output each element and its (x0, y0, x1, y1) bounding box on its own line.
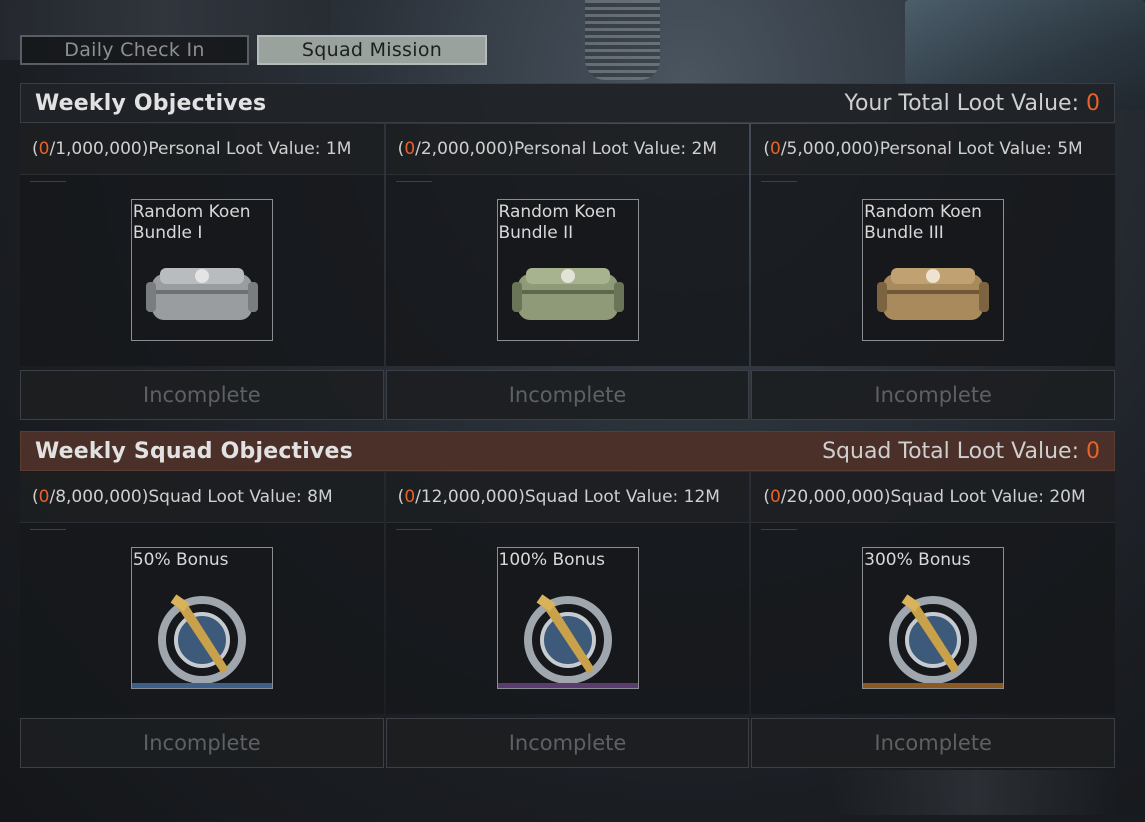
section-title: Weekly Objectives (35, 90, 267, 116)
objective-label: (0/1,000,000) Personal Loot Value: 1M (20, 124, 384, 174)
incomplete-status-button[interactable]: Incomplete (20, 370, 384, 420)
incomplete-status-button[interactable]: Incomplete (751, 718, 1116, 768)
incomplete-status-button[interactable]: Incomplete (20, 718, 384, 768)
weekly-squad-objectives-header: Weekly Squad Objectives Squad Total Loot… (20, 431, 1115, 471)
objective-card: (0/1,000,000) Personal Loot Value: 1M Ran… (20, 124, 384, 420)
objective-label: (0/12,000,000) Squad Loot Value: 12M (385, 472, 750, 522)
tab-daily-check-in[interactable]: Daily Check In (20, 35, 249, 65)
reward-area: 100% Bonus (385, 522, 750, 714)
objective-card: (0/20,000,000) Squad Loot Value: 20M 300%… (751, 472, 1116, 768)
reward-name: Random Koen Bundle II (498, 202, 617, 243)
objective-card: (0/2,000,000) Personal Loot Value: 2M Ran… (385, 124, 750, 420)
objective-label: (0/5,000,000) Personal Loot Value: 5M (751, 124, 1116, 174)
rarity-bar (863, 683, 1004, 688)
reward-item[interactable]: 50% Bonus (130, 547, 273, 689)
objective-label: (0/8,000,000) Squad Loot Value: 8M (20, 472, 384, 522)
section-title: Weekly Squad Objectives (35, 438, 353, 464)
reward-item[interactable]: 100% Bonus (496, 547, 639, 689)
tab-squad-mission[interactable]: Squad Mission (257, 35, 487, 65)
background-keyboard (830, 770, 1120, 815)
objective-label: (0/2,000,000) Personal Loot Value: 2M (385, 124, 750, 174)
reward-area: 50% Bonus (20, 522, 384, 714)
objective-label: (0/20,000,000) Squad Loot Value: 20M (751, 472, 1116, 522)
weekly-objectives-grid: (0/1,000,000) Personal Loot Value: 1M Ran… (20, 124, 1116, 420)
dagger-badge-icon (889, 594, 978, 684)
reward-name: 50% Bonus (132, 550, 229, 570)
reward-name: Random Koen Bundle III (864, 202, 982, 243)
objective-card: (0/8,000,000) Squad Loot Value: 8M 50% Bo… (20, 472, 384, 768)
reward-item[interactable]: Random Koen Bundle III (862, 199, 1005, 341)
rarity-bar (497, 683, 638, 688)
reward-item[interactable]: Random Koen Bundle II (496, 199, 639, 341)
dagger-badge-icon (523, 594, 612, 684)
objective-card: (0/12,000,000) Squad Loot Value: 12M 100%… (385, 472, 750, 768)
reward-item[interactable]: Random Koen Bundle I (130, 199, 273, 341)
reward-area: Random Koen Bundle I (20, 174, 384, 366)
reward-name: Random Koen Bundle I (132, 202, 251, 243)
green-duffel-bag-icon (511, 268, 624, 320)
reward-area: 300% Bonus (751, 522, 1116, 714)
background-device (585, 0, 660, 80)
total-loot-value: Your Total Loot Value: 0 (844, 90, 1100, 116)
reward-area: Random Koen Bundle II (385, 174, 750, 366)
gray-duffel-bag-icon (145, 268, 258, 320)
reward-item[interactable]: 300% Bonus (862, 547, 1005, 689)
tan-duffel-bag-icon (877, 268, 990, 320)
incomplete-status-button[interactable]: Incomplete (751, 370, 1116, 420)
rarity-bar (131, 683, 272, 688)
objective-card: (0/5,000,000) Personal Loot Value: 5M Ran… (751, 124, 1116, 420)
squad-objectives-grid: (0/8,000,000) Squad Loot Value: 8M 50% Bo… (20, 472, 1116, 768)
reward-name: 300% Bonus (864, 550, 971, 570)
squad-total-loot-value: Squad Total Loot Value: 0 (822, 438, 1100, 464)
weekly-objectives-header: Weekly Objectives Your Total Loot Value:… (20, 83, 1115, 123)
reward-name: 100% Bonus (498, 550, 605, 570)
mission-tabs: Daily Check In Squad Mission (20, 35, 487, 65)
incomplete-status-button[interactable]: Incomplete (385, 718, 750, 768)
dagger-badge-icon (157, 594, 246, 684)
incomplete-status-button[interactable]: Incomplete (385, 370, 750, 420)
reward-area: Random Koen Bundle III (751, 174, 1116, 366)
